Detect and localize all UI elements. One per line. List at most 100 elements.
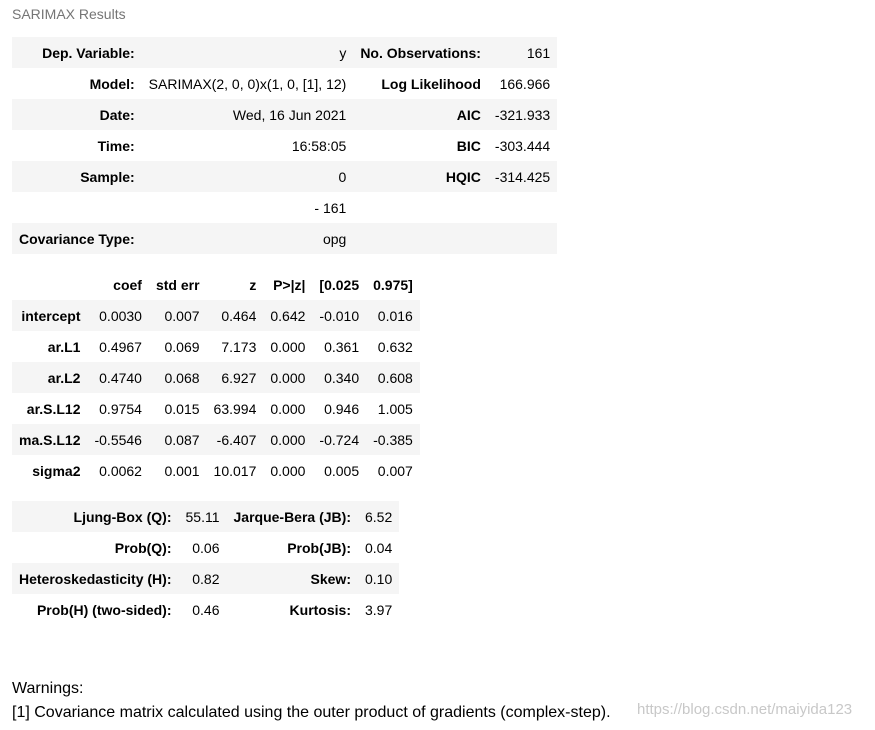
summary-key: [353, 223, 488, 254]
coef-cell: 0.0062: [99, 462, 142, 479]
z-cell: 63.994: [213, 400, 257, 417]
table-row: Prob(H) (two-sided): 0.46 Kurtosis: 3.97: [12, 594, 399, 625]
ci-high-cell: 0.016: [366, 300, 420, 331]
watermark: https://blog.csdn.net/maiyida123: [637, 701, 853, 718]
summary-key: Log Likelihood: [381, 75, 481, 92]
summary-key: Date:: [12, 99, 142, 130]
column-header: coef: [87, 269, 149, 300]
summary-key: Dep. Variable:: [12, 37, 142, 68]
table-row: intercept 0.0030 0.007 0.464 0.642 -0.01…: [12, 300, 420, 331]
summary-value: Wed, 16 Jun 2021: [141, 99, 354, 130]
diag-value: 3.97: [364, 601, 393, 618]
summary-key: Model:: [89, 75, 135, 92]
coef-cell: 0.0030: [87, 300, 149, 331]
table-row: Model: SARIMAX(2, 0, 0)x(1, 0, [1], 12) …: [12, 68, 557, 99]
param-name: ar.S.L12: [26, 400, 81, 417]
diag-value: 0.46: [192, 601, 220, 618]
column-header: [0.025: [312, 269, 367, 300]
table-row: Covariance Type: opg: [12, 223, 558, 254]
column-header: P>|z|: [263, 269, 313, 300]
table-row: ar.S.L12 0.9754 0.015 63.994 0.000 0.946…: [12, 393, 420, 424]
z-cell: -6.407: [206, 424, 264, 455]
table-row: Ljung-Box (Q): 55.11 Jarque-Bera (JB): 6…: [12, 501, 400, 532]
summary-key: Sample:: [12, 161, 142, 192]
pvalue-cell: 0.000: [270, 400, 306, 417]
summary-value: 161: [487, 37, 558, 68]
pvalue-cell: 0.000: [263, 362, 313, 393]
param-name: ar.L1: [47, 338, 81, 355]
table-row: Sample: 0 HQIC -314.425: [12, 161, 558, 192]
column-header: 0.975]: [366, 269, 420, 300]
stderr-cell: 0.069: [164, 338, 200, 355]
summary-value: opg: [141, 223, 354, 254]
diag-key: Prob(Q):: [114, 539, 172, 556]
summary-value: - 161: [314, 199, 347, 216]
table-header-row: coef std err z P>|z| [0.025 0.975]: [12, 269, 420, 300]
pvalue-cell: 0.000: [270, 338, 306, 355]
param-name: intercept: [12, 300, 88, 331]
summary-value: 166.966: [499, 75, 551, 92]
param-name: ar.L2: [12, 362, 88, 393]
summary-value: -321.933: [487, 99, 558, 130]
summary-key: AIC: [353, 99, 488, 130]
diag-value: 6.52: [357, 501, 400, 532]
param-name: sigma2: [32, 462, 81, 479]
ci-high-cell: 0.608: [366, 362, 420, 393]
z-cell: 0.464: [206, 300, 264, 331]
summary-key: Time:: [97, 137, 135, 154]
stderr-cell: 0.001: [164, 462, 200, 479]
coef-cell: 0.4967: [99, 338, 142, 355]
summary-key: No. Observations:: [353, 37, 488, 68]
stderr-cell: 0.087: [148, 424, 207, 455]
ci-high-cell: 0.007: [377, 462, 413, 479]
summary-key: Covariance Type:: [12, 223, 142, 254]
stderr-cell: 0.007: [148, 300, 207, 331]
diag-value: 0.10: [357, 563, 400, 594]
column-header: std err: [148, 269, 207, 300]
ci-low-cell: 0.340: [312, 362, 367, 393]
table-row: sigma2 0.0062 0.001 10.017 0.000 0.005 0…: [12, 455, 420, 486]
warnings-title: Warnings:: [12, 680, 84, 697]
results-caption: SARIMAX Results: [12, 6, 126, 22]
table-row: Heteroskedasticity (H): 0.82 Skew: 0.10: [12, 563, 400, 594]
warnings-block: Warnings: [1] Covariance matrix calculat…: [12, 677, 611, 725]
summary-value: SARIMAX(2, 0, 0)x(1, 0, [1], 12): [148, 75, 347, 92]
diag-key: Ljung-Box (Q):: [12, 501, 179, 532]
table-row: - 161: [12, 192, 557, 223]
ci-low-cell: 0.946: [324, 400, 360, 417]
summary-key: [353, 192, 488, 223]
table-row: Date: Wed, 16 Jun 2021 AIC -321.933: [12, 99, 558, 130]
diag-key: Prob(H) (two-sided):: [36, 601, 172, 618]
table-row: ar.L1 0.4967 0.069 7.173 0.000 0.361 0.6…: [12, 331, 420, 362]
pvalue-cell: 0.000: [263, 424, 313, 455]
table-row: ma.S.L12 -0.5546 0.087 -6.407 0.000 -0.7…: [12, 424, 420, 455]
summary-value: 0: [141, 161, 354, 192]
summary-value: -314.425: [487, 161, 558, 192]
coef-cell: 0.9754: [99, 400, 142, 417]
stderr-cell: 0.015: [164, 400, 200, 417]
z-cell: 6.927: [206, 362, 264, 393]
diag-key: Heteroskedasticity (H):: [12, 563, 179, 594]
ci-low-cell: -0.724: [312, 424, 367, 455]
table-row: Prob(Q): 0.06 Prob(JB): 0.04: [12, 532, 399, 563]
diagnostics-table: Ljung-Box (Q): 55.11 Jarque-Bera (JB): 6…: [12, 501, 400, 625]
diag-value: 0.06: [192, 539, 220, 556]
column-header: [12, 269, 88, 300]
pvalue-cell: 0.642: [263, 300, 313, 331]
model-summary-table: Dep. Variable: y No. Observations: 161 M…: [12, 37, 558, 254]
diag-key: Skew:: [226, 563, 358, 594]
diag-key: Jarque-Bera (JB):: [226, 501, 358, 532]
coef-cell: 0.4740: [87, 362, 149, 393]
table-row: ar.L2 0.4740 0.068 6.927 0.000 0.340 0.6…: [12, 362, 420, 393]
summary-value: -303.444: [494, 137, 551, 154]
summary-value: [487, 223, 558, 254]
summary-value: [488, 192, 557, 223]
summary-key: BIC: [456, 137, 481, 154]
summary-value: y: [141, 37, 354, 68]
ci-high-cell: -0.385: [366, 424, 420, 455]
z-cell: 7.173: [221, 338, 257, 355]
table-row: Time: 16:58:05 BIC -303.444: [12, 130, 557, 161]
coefficients-table: coef std err z P>|z| [0.025 0.975] inter…: [12, 269, 420, 486]
ci-high-cell: 0.632: [377, 338, 413, 355]
ci-high-cell: 1.005: [377, 400, 413, 417]
